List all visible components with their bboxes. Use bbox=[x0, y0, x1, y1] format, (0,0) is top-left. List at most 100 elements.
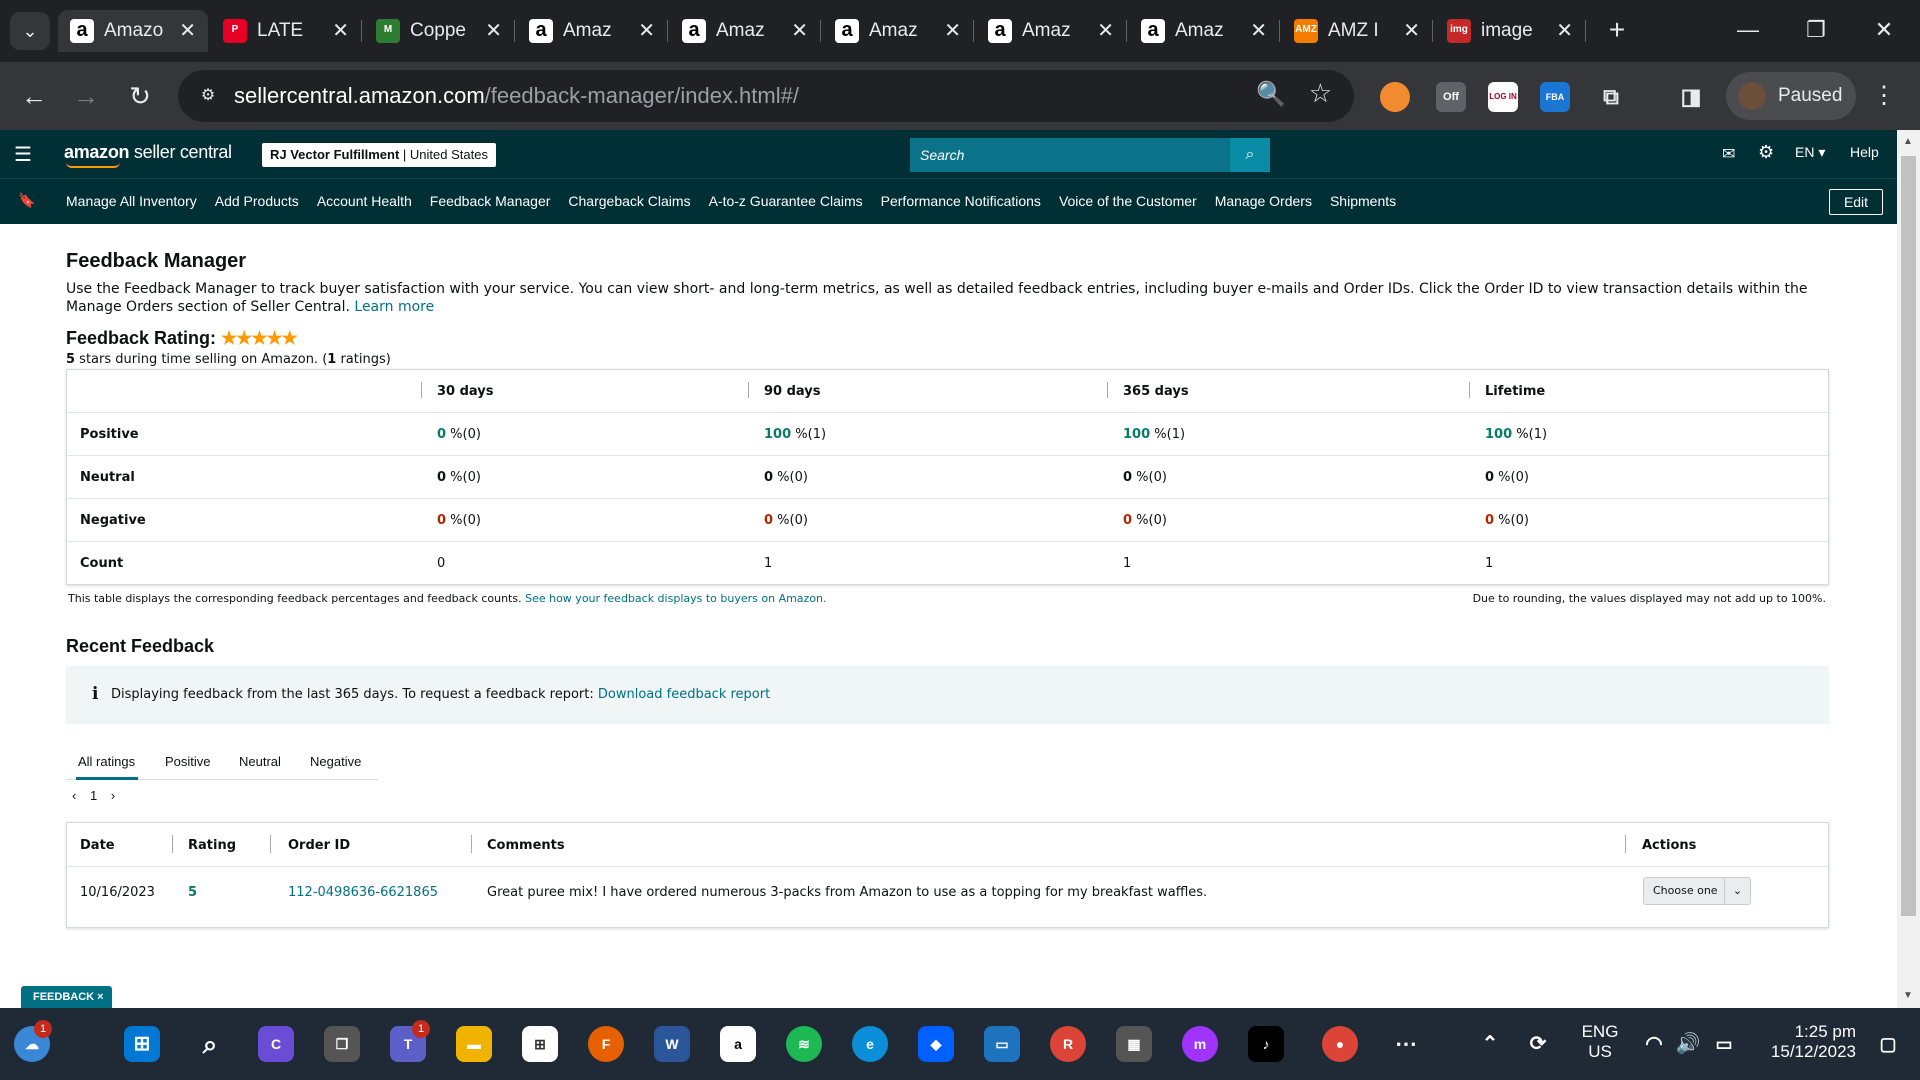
tab-close-icon[interactable]: ✕ bbox=[944, 10, 961, 52]
tab-close-icon[interactable]: ✕ bbox=[332, 10, 349, 52]
battery-icon[interactable]: ▭ bbox=[1706, 1026, 1742, 1062]
volume-icon[interactable]: 🔊 bbox=[1670, 1026, 1706, 1062]
tab-close-icon[interactable]: ✕ bbox=[1403, 10, 1420, 52]
current-page[interactable]: 1 bbox=[90, 788, 97, 803]
nav-item-feedback-manager[interactable]: Feedback Manager bbox=[430, 193, 551, 209]
feedback-display-link[interactable]: See how your feedback displays to buyers… bbox=[525, 592, 826, 605]
new-tab-button[interactable]: + bbox=[1598, 10, 1636, 52]
file-explorer-icon[interactable]: ▬ bbox=[456, 1026, 492, 1062]
account-switcher[interactable]: RJ Vector Fulfillment | United States bbox=[262, 143, 496, 167]
page-scrollbar[interactable]: ▲ ▼ bbox=[1897, 130, 1920, 1008]
side-panel-icon[interactable]: ◨ bbox=[1676, 82, 1706, 112]
extension-orange-icon[interactable] bbox=[1380, 82, 1410, 112]
action-dropdown[interactable]: Choose one ⌄ bbox=[1643, 877, 1751, 905]
nav-item-add-products[interactable]: Add Products bbox=[215, 193, 299, 209]
extension-fba-icon[interactable]: FBA bbox=[1540, 82, 1570, 112]
feedback-button[interactable]: FEEDBACK × bbox=[21, 986, 112, 1008]
gear-icon[interactable]: ⚙ bbox=[1758, 142, 1774, 163]
tab-negative[interactable]: Negative bbox=[310, 754, 361, 769]
dropbox-icon[interactable]: ◆ bbox=[918, 1026, 954, 1062]
back-icon[interactable]: ← bbox=[14, 76, 54, 116]
search-input[interactable]: Search ⌕ bbox=[910, 138, 1270, 172]
tab-close-icon[interactable]: ✕ bbox=[1097, 10, 1114, 52]
chrome-r-icon[interactable]: R bbox=[1050, 1026, 1086, 1062]
browser-tab-9[interactable]: img image ✕ bbox=[1435, 10, 1586, 52]
nav-item-account-health[interactable]: Account Health bbox=[317, 193, 412, 209]
nav-item-chargeback-claims[interactable]: Chargeback Claims bbox=[568, 193, 690, 209]
store-icon[interactable]: ⊞ bbox=[522, 1026, 558, 1062]
clock[interactable]: 1:25 pm 15/12/2023 bbox=[1756, 1022, 1856, 1062]
tab-close-icon[interactable]: ✕ bbox=[1250, 10, 1267, 52]
start-icon[interactable]: ⊞ bbox=[124, 1026, 160, 1062]
tab-close-icon[interactable]: ✕ bbox=[179, 10, 196, 52]
browser-tab-5[interactable]: a Amaz ✕ bbox=[823, 10, 974, 52]
tiktok-icon[interactable]: ♪ bbox=[1248, 1026, 1284, 1062]
language-selector[interactable]: EN ▾ bbox=[1795, 144, 1825, 161]
hamburger-menu-icon[interactable]: ☰ bbox=[14, 142, 32, 167]
bookmark-icon[interactable]: 🔖 bbox=[18, 192, 35, 209]
notification-icon[interactable]: ▢ bbox=[1870, 1026, 1906, 1062]
prev-page-icon[interactable]: ‹ bbox=[72, 788, 76, 803]
tab-close-icon[interactable]: ✕ bbox=[638, 10, 655, 52]
edit-nav-button[interactable]: Edit bbox=[1829, 189, 1883, 215]
chevron-up-icon[interactable]: ⌃ bbox=[1472, 1026, 1508, 1062]
nav-item-shipments[interactable]: Shipments bbox=[1330, 193, 1396, 209]
wifi-icon[interactable]: ◠ bbox=[1636, 1026, 1672, 1062]
browser-tab-8[interactable]: AMZ AMZ I ✕ bbox=[1282, 10, 1433, 52]
tab-close-icon[interactable]: ✕ bbox=[1556, 10, 1573, 52]
chrome-icon[interactable]: ● bbox=[1322, 1026, 1358, 1062]
site-info-icon[interactable]: ⚙ bbox=[196, 84, 220, 108]
nav-item-voice-of-the-customer[interactable]: Voice of the Customer bbox=[1059, 193, 1197, 209]
chevron-down-icon[interactable]: ⌄ bbox=[1724, 878, 1750, 904]
input-language[interactable]: ENG US bbox=[1570, 1022, 1630, 1062]
browser-tab-7[interactable]: a Amaz ✕ bbox=[1129, 10, 1280, 52]
zoom-icon[interactable]: 🔍 bbox=[1256, 80, 1286, 109]
extension-login-icon[interactable]: LOG IN bbox=[1488, 82, 1518, 112]
mail-icon[interactable]: ✉ bbox=[1722, 144, 1735, 164]
forward-icon[interactable]: → bbox=[66, 76, 106, 116]
seller-central-logo[interactable]: amazon seller central bbox=[64, 142, 232, 168]
word-icon[interactable]: W bbox=[654, 1026, 690, 1062]
taskbar-search-icon[interactable]: ⌕ bbox=[192, 1026, 228, 1062]
browser-tab-2[interactable]: M Coppe ✕ bbox=[364, 10, 515, 52]
nav-item-manage-orders[interactable]: Manage Orders bbox=[1215, 193, 1312, 209]
browser-tab-3[interactable]: a Amaz ✕ bbox=[517, 10, 668, 52]
copilot-icon[interactable]: C bbox=[258, 1026, 294, 1062]
browser-tab-6[interactable]: a Amaz ✕ bbox=[976, 10, 1127, 52]
tab-close-icon[interactable]: ✕ bbox=[791, 10, 808, 52]
browser-tab-0[interactable]: a Amazo ✕ bbox=[58, 10, 208, 52]
tab-close-icon[interactable]: ✕ bbox=[485, 10, 502, 52]
browser-tab-1[interactable]: P LATE ✕ bbox=[211, 10, 362, 52]
reload-icon[interactable]: ↻ bbox=[120, 76, 160, 116]
tab-search-button[interactable]: ⌄ bbox=[10, 12, 50, 50]
minimize-icon[interactable]: — bbox=[1718, 10, 1778, 50]
help-link[interactable]: Help bbox=[1850, 144, 1879, 160]
profile-button[interactable]: Paused bbox=[1726, 72, 1856, 120]
bookmark-star-icon[interactable]: ☆ bbox=[1309, 78, 1332, 109]
restore-icon[interactable]: ❐ bbox=[1786, 10, 1846, 50]
url-text[interactable]: sellercentral.amazon.com/feedback-manage… bbox=[234, 83, 799, 109]
tab-positive[interactable]: Positive bbox=[165, 754, 211, 769]
more-apps-icon[interactable]: ⋯ bbox=[1388, 1026, 1424, 1062]
extension-off-icon[interactable]: Off bbox=[1436, 82, 1466, 112]
order-id-link[interactable]: 112-0498636-6621865 bbox=[288, 885, 438, 900]
firefox-icon[interactable]: F bbox=[588, 1026, 624, 1062]
edge-icon[interactable]: e bbox=[852, 1026, 888, 1062]
sync-icon[interactable]: ⟳ bbox=[1520, 1026, 1556, 1062]
tab-all-ratings[interactable]: All ratings bbox=[78, 754, 135, 769]
nav-item-manage-all-inventory[interactable]: Manage All Inventory bbox=[66, 193, 197, 209]
nav-item-performance-notifications[interactable]: Performance Notifications bbox=[881, 193, 1041, 209]
browser-menu-icon[interactable]: ⋮ bbox=[1866, 78, 1902, 114]
nav-item-a-to-z-guarantee-claims[interactable]: A-to-z Guarantee Claims bbox=[709, 193, 863, 209]
close-window-icon[interactable]: ✕ bbox=[1854, 10, 1914, 50]
browser-tab-4[interactable]: a Amaz ✕ bbox=[670, 10, 821, 52]
calculator-icon[interactable]: ▦ bbox=[1116, 1026, 1152, 1062]
next-page-icon[interactable]: › bbox=[111, 788, 115, 803]
address-bar[interactable]: ⚙ sellercentral.amazon.com/feedback-mana… bbox=[178, 70, 1354, 122]
learn-more-link[interactable]: Learn more bbox=[354, 299, 434, 315]
extensions-puzzle-icon[interactable]: ⧉ bbox=[1596, 82, 1626, 112]
search-icon[interactable]: ⌕ bbox=[1230, 138, 1270, 172]
amazon-app-icon[interactable]: a bbox=[720, 1026, 756, 1062]
task-view-icon[interactable]: ❐ bbox=[324, 1026, 360, 1062]
download-report-link[interactable]: Download feedback report bbox=[598, 687, 770, 702]
